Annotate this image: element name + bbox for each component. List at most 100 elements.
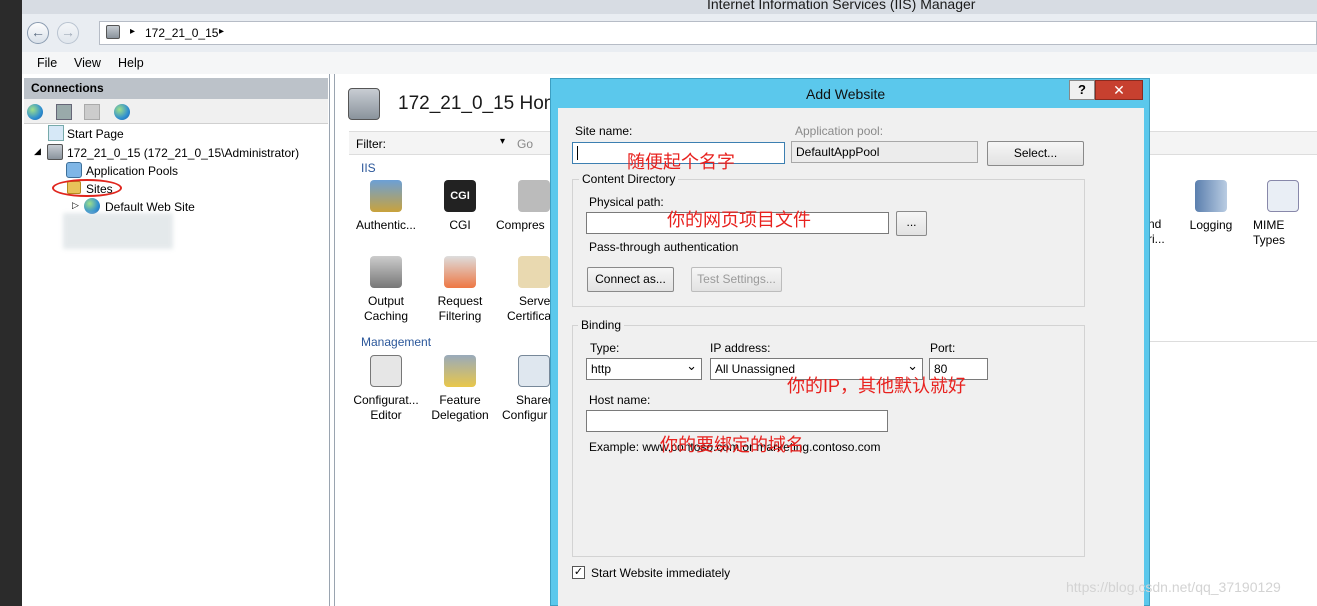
annotation-host: 你的要绑定的域名 [660, 435, 804, 455]
back-button[interactable]: ← [27, 22, 49, 44]
server-home-icon [348, 88, 380, 120]
start-page-icon [48, 125, 64, 141]
connections-header: Connections [24, 78, 328, 99]
compression-icon [518, 180, 550, 212]
feature-label: Configurat... [353, 393, 419, 407]
feature-authentication[interactable]: Authentic... [350, 180, 422, 233]
feature-label: Server [519, 294, 555, 308]
feature-label: Shared [516, 393, 555, 407]
up-icon[interactable] [84, 104, 100, 120]
help-button[interactable]: ? [1069, 80, 1095, 100]
server-node-icon [47, 144, 63, 160]
desktop-edge [0, 0, 22, 606]
mime-types-icon [1267, 180, 1299, 212]
address-crumb[interactable]: 172_21_0_15 [145, 26, 218, 40]
save-icon[interactable] [56, 104, 72, 120]
address-separator: ▸ [130, 26, 136, 37]
app-pool-label: Application pool: [795, 124, 884, 138]
window-title: Internet Information Services (IIS) Mana… [707, 0, 976, 12]
highlight-circle [52, 179, 122, 197]
app-pool-field: DefaultAppPool [791, 141, 978, 163]
feature-label: Output [367, 294, 405, 308]
feature-shared-configuration[interactable]: Shared Configur [496, 355, 555, 423]
type-label: Type: [590, 341, 620, 355]
feature-delegation[interactable]: Feature Delegation [424, 355, 496, 423]
feature-configuration-editor[interactable]: Configurat... Editor [350, 355, 422, 423]
feature-handler-partial-2[interactable]: ri... [1148, 232, 1165, 246]
host-name-input[interactable] [586, 410, 888, 432]
feature-label: Request [437, 294, 483, 308]
feature-mime-types[interactable]: MIME Types [1249, 180, 1317, 248]
feature-label: Delegation [431, 408, 489, 422]
site-globe-icon [84, 198, 100, 214]
feature-label: Logging [1189, 218, 1233, 232]
feature-label: Feature [439, 393, 481, 407]
request-filtering-icon [444, 256, 476, 288]
output-caching-icon [370, 256, 402, 288]
tree-server[interactable]: 172_21_0_15 (172_21_0_15\Administrator) [67, 146, 299, 160]
filter-dropdown-icon[interactable]: ▾ [500, 136, 505, 147]
address-bar[interactable] [99, 21, 1317, 45]
feature-compression[interactable]: Compres [496, 180, 550, 233]
server-icon [106, 25, 120, 39]
feature-label: Authentic... [355, 218, 417, 232]
forward-arrow-icon: → [61, 24, 75, 40]
menu-help[interactable]: Help [118, 56, 144, 70]
site-name-label: Site name: [575, 124, 633, 138]
feature-label: Certifica [507, 309, 552, 323]
section-management: Management [361, 335, 432, 349]
pass-through-label: Pass-through authentication [589, 240, 739, 254]
delegation-icon [444, 355, 476, 387]
feature-label: Compres [496, 218, 545, 232]
text-caret [577, 146, 578, 160]
test-settings-button[interactable]: Test Settings... [691, 267, 782, 292]
logging-icon [1195, 180, 1227, 212]
divider [1148, 341, 1317, 342]
annotation-ip: 你的IP，其他默认就好 [787, 376, 967, 396]
feature-label: Editor [370, 408, 402, 422]
dialog-title: Add Website [806, 86, 886, 102]
tree-application-pools[interactable]: Application Pools [86, 164, 178, 178]
connect-as-button[interactable]: Connect as... [587, 267, 674, 292]
watermark: https://blog.csdn.net/qq_37190129 [1066, 579, 1281, 595]
collapse-caret-icon[interactable]: ◢ [34, 146, 41, 157]
expand-caret-icon[interactable]: ▷ [72, 200, 79, 211]
binding-legend: Binding [578, 318, 625, 332]
feature-output-caching[interactable]: Output Caching [350, 256, 422, 324]
tree-default-web-site[interactable]: Default Web Site [105, 200, 195, 214]
filter-label: Filter: [356, 137, 386, 151]
close-button[interactable]: ✕ [1095, 80, 1143, 100]
menu-bar [22, 52, 1317, 74]
feature-label: Filtering [438, 309, 482, 323]
port-label: Port: [930, 341, 956, 355]
menu-file[interactable]: File [37, 56, 57, 70]
start-website-label: Start Website immediately [591, 566, 731, 580]
section-iis: IIS [361, 161, 376, 175]
disconnect-icon[interactable] [114, 104, 130, 120]
menu-view[interactable]: View [74, 56, 101, 70]
filter-go-button[interactable]: Go [517, 137, 533, 151]
window-titlebar [22, 0, 1317, 14]
start-website-checkbox[interactable]: ✓ [572, 566, 585, 579]
feature-handler-partial[interactable]: nd [1148, 217, 1161, 231]
feature-cgi[interactable]: CGI CGI [424, 180, 496, 233]
config-editor-icon [370, 355, 402, 387]
host-name-label: Host name: [589, 393, 651, 407]
certificate-icon [518, 256, 550, 288]
back-arrow-icon: ← [31, 24, 45, 40]
type-select[interactable]: http [586, 358, 702, 380]
connect-globe-icon[interactable] [27, 104, 43, 120]
tree-start-page[interactable]: Start Page [67, 127, 124, 141]
browse-path-button[interactable]: ... [896, 211, 927, 236]
content-directory-legend: Content Directory [579, 172, 679, 186]
feature-label: Configur [502, 408, 548, 422]
feature-logging[interactable]: Logging [1175, 180, 1247, 233]
feature-label: MIME Types [1253, 218, 1286, 247]
blurred-content [63, 213, 173, 249]
feature-request-filtering[interactable]: Request Filtering [424, 256, 496, 324]
forward-button[interactable]: → [57, 22, 79, 44]
feature-label: CGI [449, 218, 471, 232]
feature-server-certificates[interactable]: Server Certifica [496, 256, 555, 324]
annotation-physical-path: 你的网页项目文件 [667, 210, 811, 230]
select-pool-button[interactable]: Select... [987, 141, 1084, 166]
